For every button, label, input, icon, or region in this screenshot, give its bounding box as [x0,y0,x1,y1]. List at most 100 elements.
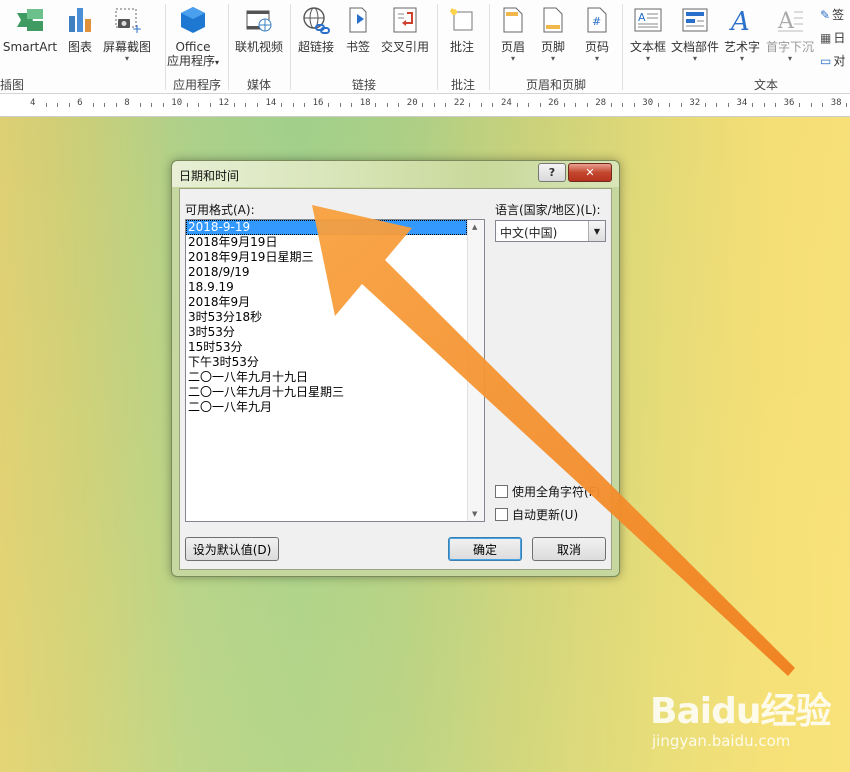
svg-text:A: A [638,11,646,24]
fullwidth-checkbox[interactable]: 使用全角字符(F) [495,483,608,500]
chart-button[interactable]: 图表 [64,4,96,70]
listbox-scrollbar[interactable]: ▲ ▼ [467,220,484,521]
comment-button[interactable]: 批注 [444,4,480,70]
chevron-down-icon: ▾ [510,54,515,63]
ruler-tick [375,103,377,107]
hyperlink-button[interactable]: 超链接 [296,4,336,70]
ruler-tick [209,103,211,107]
object-button[interactable]: ▭ 对 [820,52,845,69]
format-option[interactable]: 二〇一八年九月十九日星期三 [186,385,484,400]
ruler-number: 12 [218,98,230,108]
ruler-tick [304,103,305,107]
ruler-tick [586,103,588,107]
autoupdate-checkbox[interactable]: 自动更新(U) [495,506,578,523]
scroll-down-icon[interactable]: ▼ [472,510,477,518]
header-icon [497,4,529,36]
ruler-tick [799,103,801,107]
group-label-illustrations: 插图 [0,78,24,92]
ruler-tick [445,103,447,107]
format-option[interactable]: 3时53分 [186,325,484,340]
dialog-titlebar[interactable]: 日期和时间 ? ✕ [172,161,619,187]
format-option[interactable]: 二〇一八年九月 [186,400,484,415]
language-select[interactable]: 中文(中国) ▼ [495,220,606,242]
ruler-number: 26 [548,98,559,108]
language-label: 语言(国家/地区)(L): [495,203,601,217]
format-option[interactable]: 2018/9/19 [186,265,484,280]
wordart-button[interactable]: A 艺术字 ▾ [722,4,762,70]
datetime-button[interactable]: ▦ 日 [820,29,845,46]
object-icon: ▭ [820,53,832,68]
cross-reference-button[interactable]: 交叉引用 [378,4,432,70]
checkbox-box[interactable] [495,485,508,498]
cancel-button[interactable]: 取消 [532,537,606,561]
ruler-tick [151,103,153,107]
ruler-tick [139,103,141,107]
scroll-up-icon[interactable]: ▲ [472,223,477,231]
signature-line-button[interactable]: ✎ 签 [820,6,844,23]
watermark-url: jingyan.baidu.com [652,732,791,750]
ok-button[interactable]: 确定 [448,537,522,561]
ruler-tick [115,103,117,107]
format-option[interactable]: 15时53分 [186,340,484,355]
ruler-tick [292,103,294,107]
chevron-down-icon[interactable]: ▼ [588,221,605,241]
ruler-tick [45,103,47,107]
ruler-number: 22 [453,98,465,108]
header-button[interactable]: 页眉 ▾ [496,4,530,70]
dropcap-button[interactable]: A 首字下沉 ▾ [764,4,816,70]
ruler-number: 34 [736,98,748,108]
online-video-button[interactable]: 联机视频 [234,4,284,70]
ruler-tick [575,103,577,107]
ruler-number: 24 [501,98,512,108]
comment-icon [446,4,478,36]
help-button[interactable]: ? [538,163,566,182]
ruler-tick [539,103,541,107]
chevron-down-icon: ▾ [645,54,650,63]
ruler-number: 36 [783,98,795,108]
format-option[interactable]: 下午3时53分 [186,355,484,370]
ruler-tick [633,103,635,107]
film-icon [243,4,275,36]
group-label-text: 文本 [753,78,778,92]
quick-parts-button[interactable]: 文档部件 ▾ [670,4,720,70]
format-option[interactable]: 2018-9-19 [186,220,467,235]
office-apps-button[interactable]: Office 应用程序▾ [164,4,222,70]
format-option[interactable]: 二〇一八年九月十九日 [186,370,484,385]
chevron-down-icon: ▾ [550,54,555,63]
quick-parts-icon [679,4,711,36]
cross-reference-icon [389,4,421,36]
ruler-tick [657,103,659,107]
format-option[interactable]: 2018年9月19日星期三 [186,250,484,265]
ruler-tick [92,103,94,107]
formats-listbox[interactable]: 2018-9-19 2018年9月19日 2018年9月19日星期三 2018/9/1… [185,219,485,522]
ruler-tick [492,103,494,107]
format-option[interactable]: 2018年9月19日 [186,235,484,250]
bookmark-button[interactable]: 书签 [342,4,374,70]
textbox-button[interactable]: A 文本框 ▾ [628,4,668,70]
ruler-tick [398,103,400,107]
ruler-number: 8 [124,98,130,108]
smartart-icon [14,4,46,36]
format-option[interactable]: 18.9.19 [186,280,484,295]
format-option[interactable]: 2018年9月 [186,295,484,310]
screenshot-icon: + [111,4,143,36]
close-button[interactable]: ✕ [568,163,612,182]
help-icon: ? [548,166,556,179]
format-option[interactable]: 3时53分18秒 [186,310,484,325]
ruler-tick [339,103,341,107]
set-default-button[interactable]: 设为默认值(D) [185,537,279,561]
page-number-button[interactable]: # 页码 ▾ [580,4,614,70]
baidu-watermark: Baidu经验 jingyan.baidu.com [650,682,845,762]
smartart-button[interactable]: SmartArt [3,4,57,70]
chevron-down-icon: ▾ [787,54,792,63]
checkbox-box[interactable] [495,508,508,521]
dialog-body: 可用格式(A): 2018-9-19 2018年9月19日 2018年9月19日星期… [179,188,612,570]
horizontal-ruler[interactable]: 4 6 8 10 12 14 16 18 20 22 24 26 28 30 32 34 36 38 [0,94,850,117]
fullwidth-label: 使用全角字符(F) [512,485,601,499]
ruler-number: 38 [830,98,842,108]
ruler-tick [186,103,188,107]
footer-button[interactable]: 页脚 ▾ [536,4,570,70]
ruler-tick [528,103,529,107]
ruler-tick [610,103,612,107]
screenshot-button[interactable]: + 屏幕截图 ▾ [100,4,154,70]
